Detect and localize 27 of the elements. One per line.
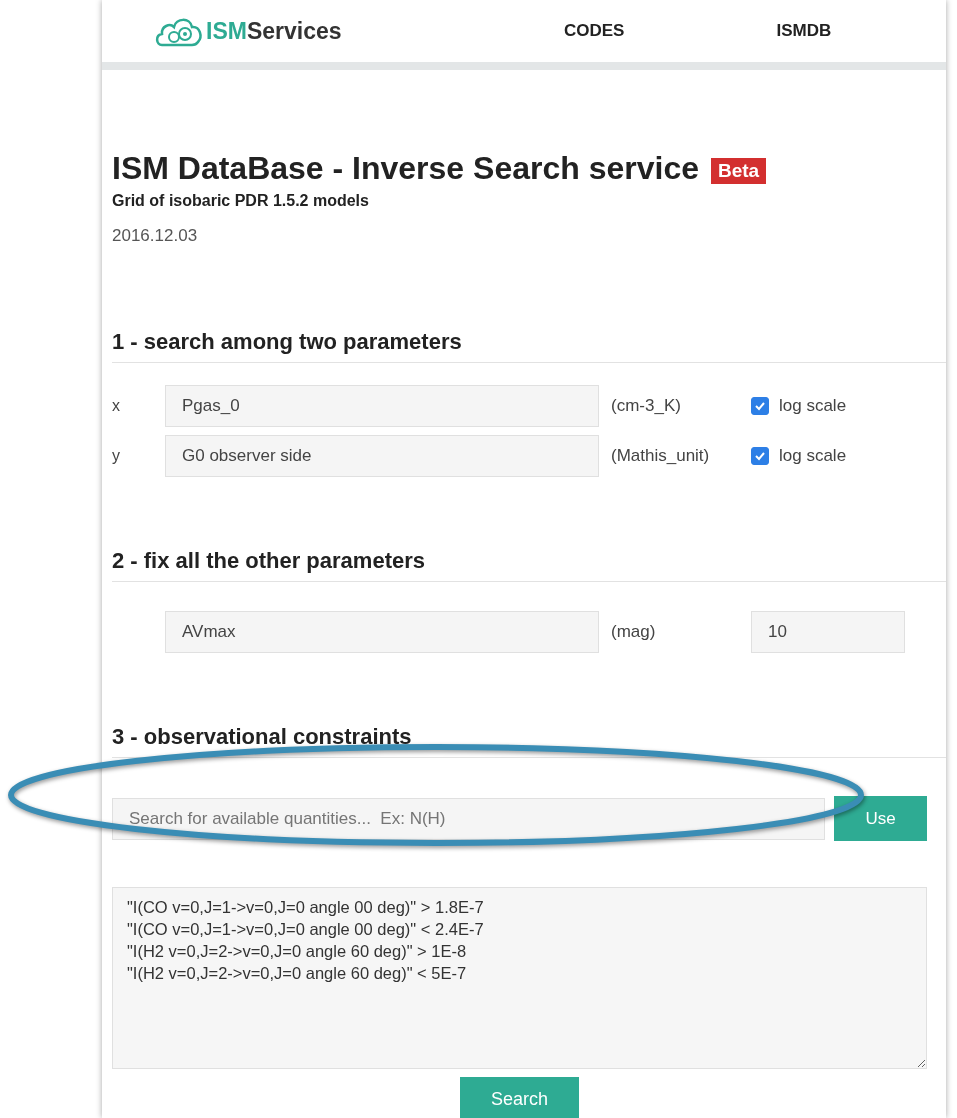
checkbox[interactable] <box>751 447 769 465</box>
constraints-field[interactable]: "I(CO v=0,J=1->v=0,J=0 angle 00 deg)" > 1.8E-7 "I(CO v=0,J=1->v=0,J=0 angle 00 deg)" < 2.4E-7 "I(H2 v=0,J=2->v=0,J=0 angle 60 deg)" > 1E-8 "I(H2 v=0,J=2->v=0,J=0 angle 60 deg)" < 5E-7 <box>112 887 927 1069</box>
nav-link[interactable]: ISMDB <box>776 21 832 41</box>
unit-label: (Mathis_unit) <box>611 446 711 466</box>
date-text: 2016.12.03 <box>112 226 199 246</box>
beta-badge: Beta <box>711 158 767 184</box>
section-heading: 2 - fix all the other parameters <box>112 547 946 582</box>
parameter-field[interactable]: Pgas_0 <box>165 385 599 427</box>
search-field[interactable]: Search for available quantities... Ex: N(H) <box>112 797 825 840</box>
checkbox-label: log scale <box>779 396 847 416</box>
checkmark-icon <box>754 400 766 412</box>
section-heading: 1 - search among two parameters <box>112 328 946 363</box>
parameter-field[interactable]: G0 observer side <box>165 435 599 477</box>
value-field[interactable]: 10 <box>751 611 905 653</box>
axis-label: x <box>112 397 121 415</box>
parameter-field[interactable]: AVmax <box>165 611 599 653</box>
unit-label: (cm-3_K) <box>611 396 682 416</box>
axis-label: y <box>112 447 121 465</box>
page-title: ISM DataBase - Inverse Search service <box>112 149 699 188</box>
subtitle: Grid of isobaric PDR 1.5.2 models <box>112 192 370 210</box>
nav-link[interactable]: CODES <box>564 21 625 41</box>
section-heading: 3 - observational constraints <box>112 723 946 758</box>
checkbox-label: log scale <box>779 446 847 466</box>
checkmark-icon <box>754 450 766 462</box>
checkbox[interactable] <box>751 397 769 415</box>
logo-text: ISMServices <box>206 17 342 45</box>
unit-label: (mag) <box>611 622 657 642</box>
